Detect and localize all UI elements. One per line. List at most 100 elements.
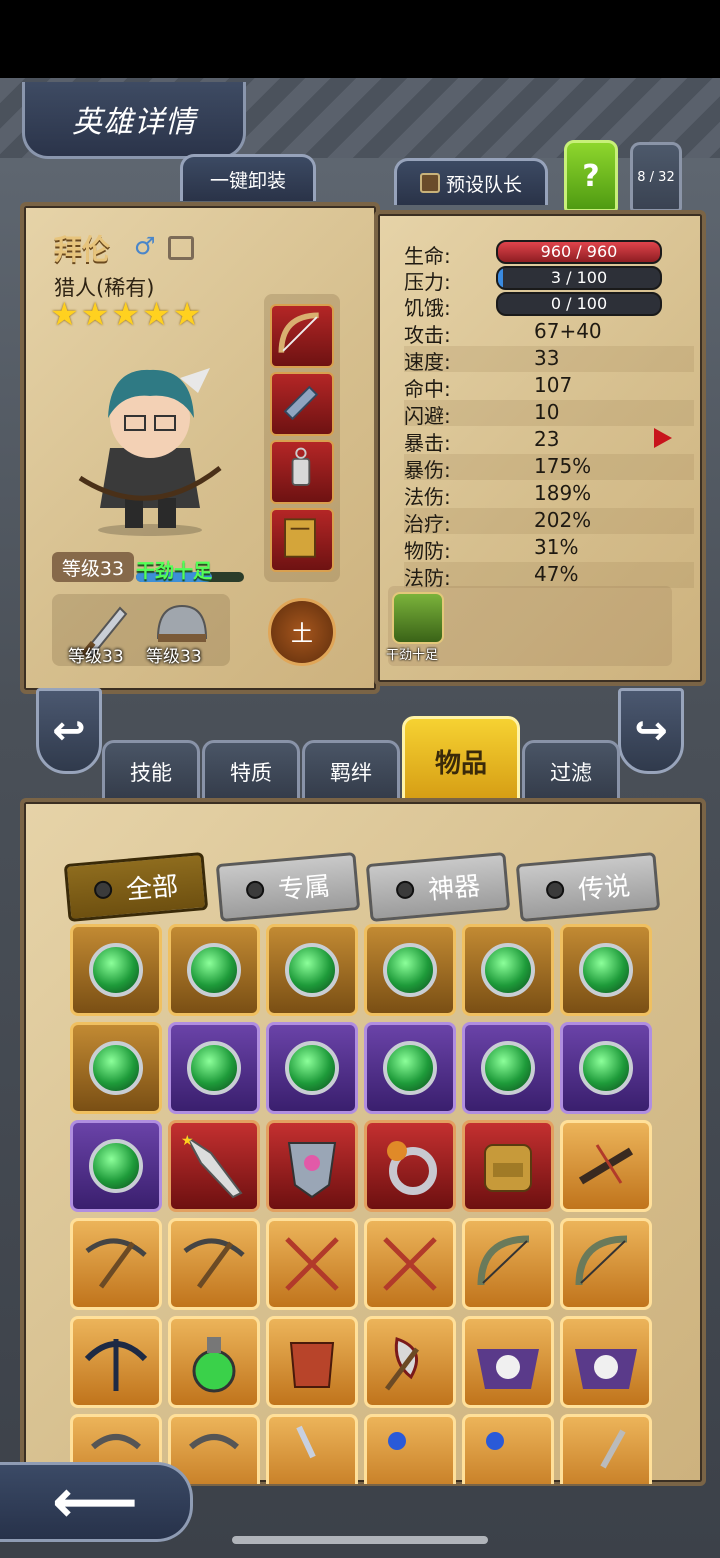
help-button[interactable]: ? (564, 140, 618, 212)
element-label: 土 (290, 622, 313, 647)
item-slot[interactable] (70, 1022, 162, 1114)
item-slot[interactable] (70, 1316, 162, 1408)
filter-all[interactable]: 全部 (63, 852, 209, 922)
item-slot[interactable] (560, 1218, 652, 1310)
tab-label: 过滤 (550, 761, 592, 785)
filter-exclusive[interactable]: 专属 (215, 852, 361, 922)
back-arrow-icon: ⟵ (51, 1467, 138, 1537)
stat-label: 物防: (404, 539, 451, 563)
stat-row: 暴伤: 175% (404, 454, 694, 482)
equip-slot-bow[interactable] (270, 304, 334, 368)
item-slot[interactable] (560, 1120, 652, 1212)
radio-icon (245, 880, 265, 900)
item-slot[interactable] (560, 1316, 652, 1408)
item-slot[interactable] (462, 1022, 554, 1114)
hp-bar: 960 / 960 (496, 240, 662, 264)
item-slot[interactable] (70, 1120, 162, 1212)
prev-hero-button[interactable]: ↩ (36, 688, 102, 774)
charm-icon (291, 447, 311, 486)
item-slot[interactable] (266, 924, 358, 1016)
expand-stats-arrow-icon[interactable] (654, 428, 672, 448)
preset-captain-toggle[interactable]: 预设队长 (394, 158, 548, 205)
item-slot[interactable] (168, 1022, 260, 1114)
item-slot[interactable] (266, 1316, 358, 1408)
item-slot[interactable] (560, 1414, 652, 1484)
pickaxe-icon (85, 1238, 147, 1289)
green-gem-icon (481, 943, 535, 997)
tab-skills[interactable]: 技能 (102, 740, 200, 801)
item-slot[interactable] (266, 1414, 358, 1484)
unequip-all-button[interactable]: 一键卸装 (180, 154, 316, 201)
item-slot[interactable] (168, 1316, 260, 1408)
item-slot[interactable] (560, 924, 652, 1016)
filter-label: 神器 (426, 870, 482, 906)
back-button[interactable]: ⟵ (0, 1462, 193, 1542)
tab-traits[interactable]: 特质 (202, 740, 300, 801)
item-slot[interactable] (364, 1218, 456, 1310)
battle-axe-icon (385, 1337, 419, 1391)
item-slot[interactable] (266, 1218, 358, 1310)
item-slot[interactable] (364, 1022, 456, 1114)
checkbox-icon[interactable] (419, 173, 440, 193)
equip-slot-charm[interactable] (270, 440, 334, 504)
item-grid: ★ (70, 924, 662, 1484)
item-slot[interactable]: ★ (168, 1120, 260, 1212)
item-slot[interactable] (462, 1218, 554, 1310)
item-slot[interactable] (462, 924, 554, 1016)
tab-bonds[interactable]: 羁绊 (302, 740, 400, 801)
item-slot[interactable] (266, 1120, 358, 1212)
filter-artifact[interactable]: 神器 (365, 852, 511, 922)
stat-row: 法防: 47% (404, 562, 694, 590)
stress-value: 3 / 100 (550, 268, 608, 287)
item-slot[interactable] (364, 1316, 456, 1408)
star-rating: ★ ★ ★ ★ ★ (50, 298, 201, 330)
item-slot[interactable] (266, 1022, 358, 1114)
item-slot[interactable] (364, 1120, 456, 1212)
item-slot[interactable] (168, 1218, 260, 1310)
skull-cloak-icon (575, 1349, 637, 1389)
star-icon: ★ (80, 295, 110, 333)
stat-label: 闪避: (404, 404, 451, 428)
stat-row: 速度: 33 (404, 346, 694, 374)
item-slot[interactable] (70, 924, 162, 1016)
stat-row: 暴击: 23 (404, 427, 694, 455)
equip-slot-book[interactable] (270, 508, 334, 572)
equipment-column (264, 294, 340, 582)
tab-filter[interactable]: 过滤 (522, 740, 620, 801)
stat-value: 23 (534, 427, 560, 451)
tab-items[interactable]: 物品 (402, 716, 520, 803)
help-label: ? (582, 158, 600, 194)
stat-value: 31% (534, 535, 579, 559)
item-slot[interactable] (70, 1218, 162, 1310)
item-slot[interactable] (560, 1022, 652, 1114)
stat-label: 治疗: (404, 512, 451, 536)
item-slot[interactable] (168, 924, 260, 1016)
item-slot[interactable] (364, 1414, 456, 1484)
bow-icon (477, 1235, 530, 1286)
stress-bar: 3 / 100 (496, 266, 662, 290)
stress-fill (498, 268, 503, 288)
radio-icon (395, 880, 415, 900)
book-icon (284, 518, 316, 558)
home-indicator[interactable] (232, 1536, 488, 1544)
item-slot[interactable] (462, 1120, 554, 1212)
next-hero-button[interactable]: ↪ (618, 688, 684, 774)
item-slot[interactable] (462, 1414, 554, 1484)
green-gem-icon (383, 1041, 437, 1095)
equip-slot-gauntlet[interactable] (270, 372, 334, 436)
hero-card: 拜伦 ♂ 猎人(稀有) ★ ★ ★ ★ ★ 等级33 干劲十足 等级33 等级3… (20, 202, 380, 694)
weapon-level: 等级33 (68, 647, 124, 667)
item-slot[interactable] (462, 1316, 554, 1408)
filter-legendary[interactable]: 传说 (515, 852, 661, 922)
bow-icon (278, 312, 319, 353)
edit-name-icon[interactable] (168, 236, 194, 260)
item-slot[interactable] (364, 924, 456, 1016)
hero-name: 拜伦 (54, 233, 111, 266)
unequip-all-label: 一键卸装 (209, 169, 286, 192)
green-gem-icon (187, 1041, 241, 1095)
element-earth-icon[interactable]: 土 (268, 598, 336, 666)
ring-icon (387, 1141, 437, 1195)
drill-lance-icon: ★ (181, 1133, 243, 1199)
dark-crossbow-icon (84, 1339, 148, 1391)
trait-mood-icon[interactable] (392, 592, 444, 644)
